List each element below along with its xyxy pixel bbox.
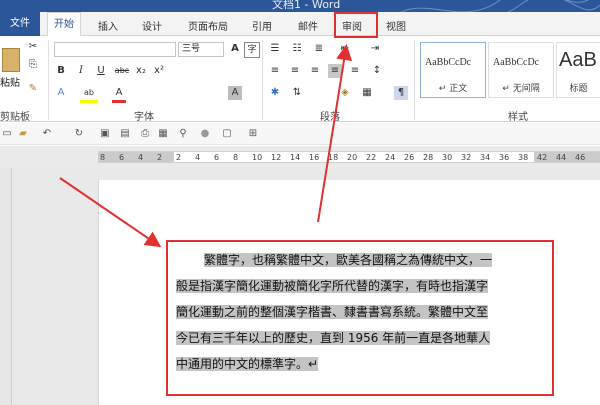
arrow-to-text	[59, 177, 162, 248]
annotation-arrows	[59, 44, 352, 248]
arrow-to-review-tab	[317, 44, 352, 223]
